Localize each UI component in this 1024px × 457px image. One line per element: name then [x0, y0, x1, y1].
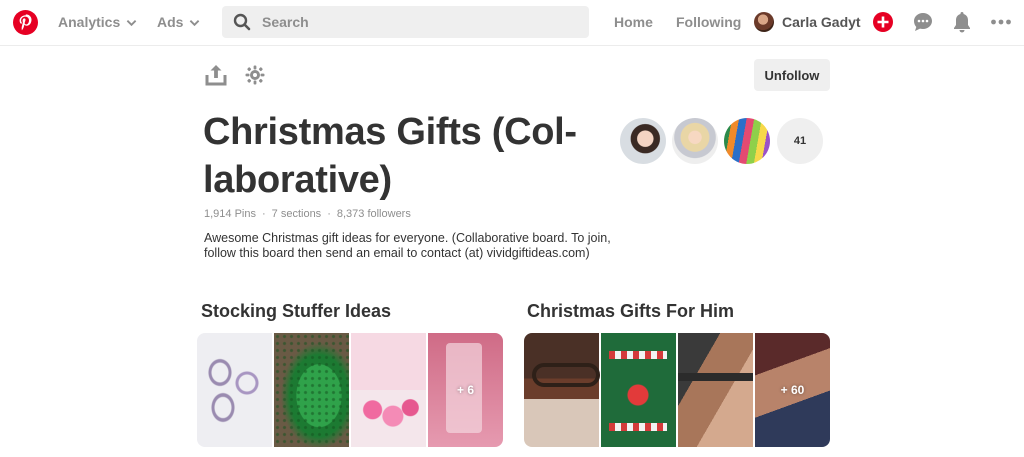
bell-icon — [954, 12, 970, 33]
messages-button[interactable] — [912, 11, 934, 33]
ellipsis-icon — [991, 19, 1011, 25]
stats-separator: · — [261, 208, 266, 220]
search-input[interactable] — [262, 14, 562, 30]
search-bar[interactable] — [222, 6, 589, 38]
board-stats: 1,914 Pins · 7 sections · 8,373 follower… — [204, 208, 411, 220]
pin-thumbnail: + 6 — [428, 333, 503, 447]
pin-thumbnail — [524, 333, 600, 447]
ads-menu[interactable]: Ads — [157, 0, 200, 44]
pin-thumbnail — [678, 333, 753, 447]
share-upload-icon[interactable] — [205, 63, 227, 87]
pin-count[interactable]: 1,914 Pins — [204, 208, 256, 220]
pin-thumbnail — [601, 333, 676, 447]
create-pin-button[interactable] — [872, 11, 894, 33]
unfollow-button[interactable]: Unfollow — [754, 59, 830, 91]
follower-count[interactable]: 8,373 followers — [337, 208, 411, 220]
section-title[interactable]: Stocking Stuffer Ideas — [201, 301, 391, 322]
collaborator-count-button[interactable]: 41 — [777, 118, 823, 164]
board-title: Christmas Gifts (Col-laborative) — [203, 111, 577, 201]
chevron-down-icon — [190, 19, 200, 26]
collaborator-avatar[interactable] — [620, 118, 666, 164]
ads-menu-label: Ads — [157, 14, 184, 30]
pin-thumbnail — [351, 333, 426, 447]
collaborator-avatar[interactable] — [672, 118, 718, 164]
more-pins-count: + 60 — [780, 383, 805, 397]
stats-separator: · — [327, 208, 331, 220]
nav-link-following[interactable]: Following — [676, 0, 741, 44]
notifications-button[interactable] — [951, 11, 973, 33]
pin-thumbnail — [274, 333, 349, 447]
top-navigation-bar: Analytics Ads Home Following Carla Gadyt — [0, 0, 1024, 46]
gear-icon[interactable] — [245, 65, 265, 85]
profile-name: Carla Gadyt — [782, 14, 861, 30]
avatar — [754, 12, 774, 32]
profile-link[interactable]: Carla Gadyt — [754, 12, 861, 32]
board-description: Awesome Christmas gift ideas for everyon… — [204, 231, 611, 260]
section-count: 7 sections — [271, 208, 322, 220]
section-card-stocking-stuffer-ideas[interactable]: + 6 — [197, 333, 503, 447]
plus-circle-icon — [873, 12, 893, 32]
chat-bubble-icon — [914, 13, 932, 31]
search-icon — [222, 13, 262, 31]
more-options-button[interactable] — [990, 11, 1012, 33]
section-card-christmas-gifts-for-him[interactable]: + 60 — [524, 333, 830, 447]
pinterest-logo-icon[interactable] — [13, 10, 38, 35]
section-title[interactable]: Christmas Gifts For Him — [527, 301, 734, 322]
pin-thumbnail: + 60 — [755, 333, 830, 447]
analytics-menu-label: Analytics — [58, 14, 121, 30]
collaborator-avatar[interactable] — [724, 118, 770, 164]
nav-link-home[interactable]: Home — [614, 0, 653, 44]
pin-thumbnail — [197, 333, 272, 447]
more-pins-count: + 6 — [456, 383, 474, 397]
analytics-menu[interactable]: Analytics — [58, 0, 137, 44]
chevron-down-icon — [126, 19, 137, 26]
